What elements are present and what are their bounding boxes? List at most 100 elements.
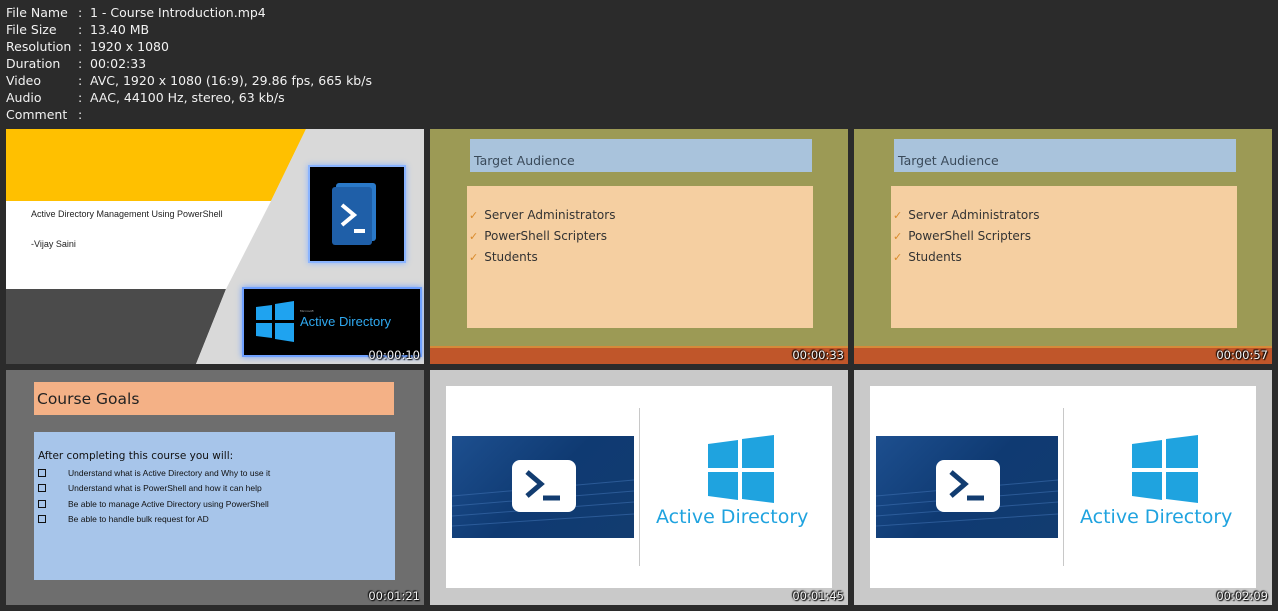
slide-author: -Vijay Saini bbox=[31, 239, 76, 249]
file-info-row: Resolution:1920 x 1080 bbox=[6, 38, 372, 55]
list-item-text: Server Administrators bbox=[908, 208, 1040, 222]
windows-logo-icon bbox=[256, 301, 294, 342]
list-item-text: Server Administrators bbox=[484, 208, 616, 222]
checkbox-icon bbox=[38, 500, 46, 508]
file-info-key: Audio bbox=[6, 90, 42, 105]
separator: : bbox=[78, 56, 83, 71]
file-info-key: Resolution bbox=[6, 39, 72, 54]
timestamp: 00:01:45 bbox=[792, 589, 844, 603]
separator: : bbox=[78, 107, 83, 122]
list-item: Be able to manage Active Directory using… bbox=[38, 499, 269, 509]
timestamp: 00:02:09 bbox=[1216, 589, 1268, 603]
file-info-row: Duration:00:02:33 bbox=[6, 55, 372, 72]
file-info-value: AAC, 44100 Hz, stereo, 63 kb/s bbox=[90, 90, 285, 105]
separator: : bbox=[78, 22, 83, 37]
timestamp: 00:01:21 bbox=[368, 589, 420, 603]
checkmark-icon: ✓ bbox=[893, 251, 903, 264]
slide-heading: Course Goals bbox=[37, 390, 140, 408]
list-item: Understand what is PowerShell and how it… bbox=[38, 483, 262, 493]
video-thumbnail-4[interactable]: Course Goals After completing this cours… bbox=[6, 370, 424, 605]
list-item: ✓ Students bbox=[469, 250, 538, 264]
list-item: Understand what is Active Directory and … bbox=[38, 468, 270, 478]
slide-heading: Target Audience bbox=[898, 153, 999, 168]
file-info-row: Video: AVC, 1920 x 1080 (16:9), 29.86 fps… bbox=[6, 72, 372, 89]
file-info-value: 13.40 MB bbox=[90, 22, 150, 37]
file-info-key: Comment bbox=[6, 107, 68, 122]
list-item-text: Students bbox=[484, 250, 538, 264]
list-item-text: PowerShell Scripters bbox=[908, 229, 1031, 243]
file-info-key: File Name bbox=[6, 5, 68, 20]
file-info-panel: File Name:1 - Course Introduction.mp4 Fi… bbox=[6, 4, 372, 123]
divider bbox=[1063, 408, 1064, 566]
file-info-row: Comment: bbox=[6, 106, 372, 123]
file-info-row: File Name:1 - Course Introduction.mp4 bbox=[6, 4, 372, 21]
powershell-banner bbox=[876, 436, 1058, 538]
checkbox-icon bbox=[38, 515, 46, 523]
file-info-key: File Size bbox=[6, 22, 57, 37]
separator: : bbox=[78, 5, 83, 20]
slide-card: Active Directory bbox=[870, 386, 1256, 588]
windows-logo-icon bbox=[708, 435, 774, 503]
slide-footer-bar bbox=[854, 346, 1272, 364]
video-thumbnail-1[interactable]: Active Directory Management Using PowerS… bbox=[6, 129, 424, 364]
checkbox-icon bbox=[38, 469, 46, 477]
active-directory-label: Active Directory bbox=[656, 506, 809, 528]
video-thumbnail-2[interactable]: Target Audience ✓ Server Administrators ✓… bbox=[430, 129, 848, 364]
windows-logo-icon bbox=[1132, 435, 1198, 503]
slide-intro: After completing this course you will: bbox=[38, 450, 234, 462]
slide-footer-bar bbox=[430, 346, 848, 364]
slide-heading: Target Audience bbox=[474, 153, 575, 168]
file-info-value: AVC, 1920 x 1080 (16:9), 29.86 fps, 665 … bbox=[90, 73, 372, 88]
file-info-row: File Size:13.40 MB bbox=[6, 21, 372, 38]
slide-heading-box: Target Audience bbox=[894, 139, 1236, 172]
separator: : bbox=[78, 39, 83, 54]
file-info-value: 00:02:33 bbox=[90, 56, 147, 71]
powershell-logo-box bbox=[308, 165, 406, 263]
checkbox-icon bbox=[38, 484, 46, 492]
list-item-text: PowerShell Scripters bbox=[484, 229, 607, 243]
active-directory-logo-box: Microsoft Active Directory bbox=[242, 287, 422, 357]
slide-heading-box: Course Goals bbox=[34, 382, 394, 415]
file-info-value: 1920 x 1080 bbox=[90, 39, 169, 54]
separator: : bbox=[78, 73, 83, 88]
file-info-key: Duration bbox=[6, 56, 61, 71]
powershell-icon bbox=[452, 460, 634, 527]
timestamp: 00:00:57 bbox=[1216, 348, 1268, 362]
microsoft-label: Microsoft bbox=[300, 309, 314, 313]
powershell-icon bbox=[876, 460, 1058, 527]
slide-title: Active Directory Management Using PowerS… bbox=[31, 209, 223, 219]
list-item: ✓ Server Administrators bbox=[893, 208, 1039, 222]
list-item: Be able to handle bulk request for AD bbox=[38, 514, 209, 524]
list-item-text: Students bbox=[908, 250, 962, 264]
slide-body: After completing this course you will: U… bbox=[34, 432, 395, 580]
file-info-row: Audio: AAC, 44100 Hz, stereo, 63 kb/s bbox=[6, 89, 372, 106]
slide-card: Active Directory bbox=[446, 386, 832, 588]
list-item: ✓ Students bbox=[893, 250, 962, 264]
checkmark-icon: ✓ bbox=[893, 209, 903, 222]
file-info-value: 1 - Course Introduction.mp4 bbox=[90, 5, 266, 20]
slide-body: ✓ Server Administrators ✓ PowerShell Scrip… bbox=[467, 186, 813, 328]
slide-body: ✓ Server Administrators ✓ PowerShell Scrip… bbox=[891, 186, 1237, 328]
file-info-key: Video bbox=[6, 73, 42, 88]
checkmark-icon: ✓ bbox=[469, 230, 479, 243]
checkmark-icon: ✓ bbox=[469, 251, 479, 264]
video-thumbnail-6[interactable]: Active Directory 00:02:09 bbox=[854, 370, 1272, 605]
list-item-text: Understand what is PowerShell and how it… bbox=[68, 483, 262, 493]
list-item-text: Understand what is Active Directory and … bbox=[68, 468, 271, 478]
list-item: ✓ Server Administrators bbox=[469, 208, 615, 222]
list-item-text: Be able to handle bulk request for AD bbox=[68, 514, 209, 524]
divider bbox=[639, 408, 640, 566]
list-item: ✓ PowerShell Scripters bbox=[893, 229, 1031, 243]
video-thumbnail-5[interactable]: Active Directory 00:01:45 bbox=[430, 370, 848, 605]
powershell-banner bbox=[452, 436, 634, 538]
timestamp: 00:00:10 bbox=[368, 348, 420, 362]
active-directory-label: Active Directory bbox=[300, 314, 392, 329]
list-item-text: Be able to manage Active Directory using… bbox=[68, 499, 269, 509]
slide-heading-box: Target Audience bbox=[470, 139, 812, 172]
timestamp: 00:00:33 bbox=[792, 348, 844, 362]
video-thumbnail-3[interactable]: Target Audience ✓ Server Administrators ✓… bbox=[854, 129, 1272, 364]
checkmark-icon: ✓ bbox=[893, 230, 903, 243]
powershell-icon bbox=[332, 183, 376, 245]
list-item: ✓ PowerShell Scripters bbox=[469, 229, 607, 243]
active-directory-label: Active Directory bbox=[1080, 506, 1233, 528]
